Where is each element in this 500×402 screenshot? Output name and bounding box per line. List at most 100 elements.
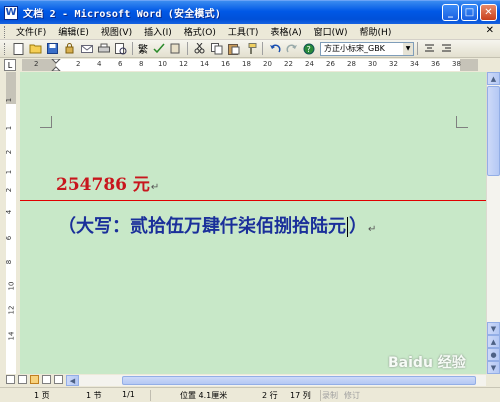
ruler-number: 38 (452, 60, 461, 68)
format-painter-icon[interactable] (243, 41, 258, 56)
chevron-down-icon[interactable]: ▼ (403, 42, 413, 55)
cut-icon[interactable] (192, 41, 207, 56)
browse-object-icon[interactable]: ● (487, 348, 500, 361)
ruler-number: 8 (139, 60, 144, 68)
redo-icon[interactable] (284, 41, 299, 56)
paste-icon[interactable] (226, 41, 241, 56)
horizontal-ruler-row: L 2 2 4 6 8 10 12 14 16 18 20 22 24 26 2… (0, 58, 500, 72)
print-preview-icon[interactable] (113, 41, 128, 56)
vertical-scroll-thumb[interactable] (487, 86, 500, 176)
menu-tools[interactable]: 工具(T) (222, 25, 265, 38)
previous-page-icon[interactable]: ▲ (487, 335, 500, 348)
scroll-down-icon[interactable]: ▼ (487, 322, 500, 335)
toolbar-separator (417, 42, 418, 55)
amount-line[interactable]: 254786 元↵ (56, 170, 159, 195)
maximize-button[interactable]: □ (461, 4, 478, 21)
vertical-ruler[interactable]: 1 1 2 1 2 4 6 8 10 12 14 (4, 72, 18, 374)
menu-help[interactable]: 帮助(H) (354, 25, 398, 38)
ruler-number: 12 (179, 60, 188, 68)
tab-selector[interactable]: L (4, 59, 16, 71)
menu-grip[interactable] (4, 25, 7, 38)
ruler-number: 14 (7, 331, 16, 341)
svg-text:?: ? (306, 45, 310, 54)
menu-window[interactable]: 窗口(W) (308, 25, 354, 38)
email-icon[interactable] (79, 41, 94, 56)
menu-view[interactable]: 视图(V) (95, 25, 138, 38)
ruler-number: 10 (7, 281, 16, 291)
status-separator (150, 390, 151, 401)
minimize-button[interactable]: _ (442, 4, 459, 21)
margin-corner-mark (40, 116, 52, 128)
font-name-value: 方正小标宋_GBK (324, 44, 385, 53)
ruler-text-area (56, 59, 460, 71)
ruler-number: 30 (368, 60, 377, 68)
align-right-icon[interactable] (439, 41, 454, 56)
close-button[interactable]: ✕ (480, 4, 497, 21)
status-section: 1 节 (86, 391, 102, 400)
status-position: 位置 4.1厘米 (180, 391, 228, 400)
status-bar: 1 页 1 节 1/1 位置 4.1厘米 2 行 17 列 录制 修订 (0, 387, 500, 402)
status-page-of: 1/1 (122, 390, 135, 399)
research-icon[interactable] (168, 41, 183, 56)
toolbar-separator (262, 42, 263, 55)
ruler-number: 36 (431, 60, 440, 68)
closing-paren: ） (349, 216, 367, 237)
ruler-number: 1 (5, 125, 14, 131)
print-layout-view-icon[interactable] (30, 375, 39, 384)
spelling-icon[interactable] (151, 41, 166, 56)
ruler-number: 22 (284, 60, 293, 68)
help-icon[interactable]: ? (301, 41, 316, 56)
scroll-left-icon[interactable]: ◀ (66, 375, 79, 386)
menu-edit[interactable]: 编辑(E) (52, 25, 95, 38)
ruler-number: 6 (118, 60, 123, 68)
toolbar-grip[interactable] (4, 42, 7, 55)
traditional-simplified-button[interactable]: 繁 (138, 41, 148, 56)
undo-icon[interactable] (267, 41, 282, 56)
window-title: 文档 2 - Microsoft Word (安全模式) (23, 9, 222, 20)
reading-view-icon[interactable] (54, 375, 63, 384)
permission-icon[interactable] (62, 41, 77, 56)
open-icon[interactable] (28, 41, 43, 56)
outline-view-icon[interactable] (42, 375, 51, 384)
print-icon[interactable] (96, 41, 111, 56)
menu-format[interactable]: 格式(O) (178, 25, 222, 38)
web-view-icon[interactable] (18, 375, 27, 384)
save-icon[interactable] (45, 41, 60, 56)
vertical-ruler-text-area (6, 72, 16, 374)
horizontal-scrollbar[interactable]: ◀ (66, 375, 486, 386)
menu-file[interactable]: 文件(F) (10, 25, 52, 38)
menu-table[interactable]: 表格(A) (264, 25, 307, 38)
document-page[interactable]: 254786 元↵ （大写：贰拾伍万肆仟柒佰捌拾陆元 ）↵ (20, 72, 486, 374)
menu-insert[interactable]: 插入(I) (138, 25, 178, 38)
normal-view-icon[interactable] (6, 375, 15, 384)
horizontal-ruler[interactable]: 2 2 4 6 8 10 12 14 16 18 20 22 24 26 28 … (22, 59, 478, 71)
menu-bar: 文件(F) 编辑(E) 视图(V) 插入(I) 格式(O) 工具(T) 表格(A… (0, 24, 500, 40)
toolbar-separator (187, 42, 188, 55)
ruler-number: 12 (7, 305, 16, 315)
status-separator (320, 390, 321, 401)
status-revise[interactable]: 修订 (344, 390, 360, 401)
horizontal-scroll-thumb[interactable] (122, 376, 476, 385)
vertical-scrollbar[interactable]: ▲ ▼ ▲ ● ▼ (486, 72, 500, 374)
font-name-select[interactable]: 方正小标宋_GBK ▼ (320, 41, 414, 56)
ruler-number: 4 (5, 209, 14, 215)
margin-corner-mark (456, 116, 468, 128)
ruler-number: 16 (221, 60, 230, 68)
word-app-icon[interactable]: W (4, 5, 18, 20)
ruler-number: 1 (5, 169, 14, 175)
ruler-number: 2 (5, 187, 14, 193)
copy-icon[interactable] (209, 41, 224, 56)
status-page: 1 页 (34, 391, 50, 400)
indent-marker[interactable] (51, 59, 61, 71)
scroll-up-icon[interactable]: ▲ (487, 72, 500, 85)
close-document-button[interactable]: ✕ (486, 25, 494, 36)
ruler-number: 32 (389, 60, 398, 68)
ruler-number: 26 (326, 60, 335, 68)
align-center-icon[interactable] (422, 41, 437, 56)
ruler-number: 2 (76, 60, 81, 68)
next-page-icon[interactable]: ▼ (487, 361, 500, 374)
status-record[interactable]: 录制 (322, 390, 338, 401)
baidu-jingyan-watermark: Baidu 经验 (388, 355, 466, 371)
amount-in-words-line[interactable]: （大写：贰拾伍万肆仟柒佰捌拾陆元 ）↵ (58, 212, 376, 238)
new-document-icon[interactable] (11, 41, 26, 56)
